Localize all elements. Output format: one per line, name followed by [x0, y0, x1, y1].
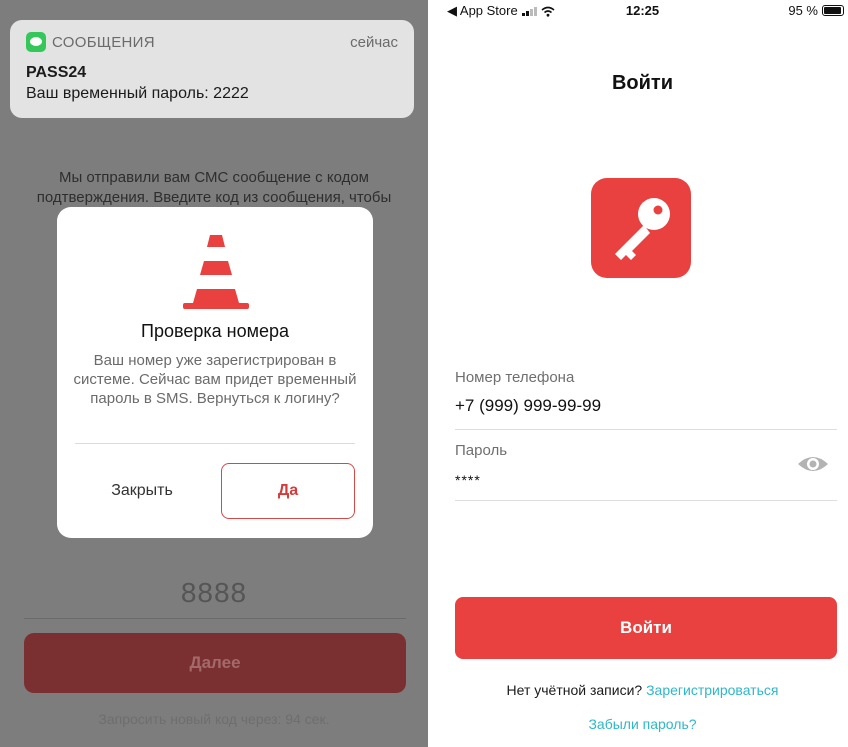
phone-underline — [455, 429, 837, 430]
battery-icon — [822, 5, 844, 16]
traffic-cone-icon — [183, 235, 249, 309]
phone-input[interactable]: +7 (999) 999-99-99 — [455, 396, 601, 416]
password-input[interactable]: **** — [455, 472, 481, 488]
code-input[interactable]: 8888 — [0, 577, 428, 609]
code-input-underline — [24, 618, 406, 619]
password-label: Пароль — [455, 442, 508, 459]
page-title: Войти — [611, 72, 674, 94]
sms-notification-banner[interactable]: СООБЩЕНИЯ сейчас PASS24 Ваш временный па… — [10, 20, 414, 118]
verification-message: Мы отправили вам СМС сообщение с кодом п… — [0, 168, 428, 208]
no-account-text: Нет учётной записи? — [506, 682, 643, 698]
notification-time: сейчас — [350, 34, 398, 51]
password-underline — [455, 500, 837, 501]
confirm-yes-button[interactable]: Да — [221, 463, 355, 519]
forgot-password-link[interactable]: Забыли пароль? — [437, 716, 848, 732]
status-time: 12:25 — [625, 3, 660, 18]
notification-body: Ваш временный пароль: 2222 — [26, 85, 249, 102]
phone-label: Номер телефона — [455, 369, 575, 386]
resend-code-timer: Запросить новый код через: 94 сек. — [98, 711, 330, 727]
messages-app-icon — [26, 32, 46, 52]
register-link[interactable]: Зарегистрироваться — [646, 682, 778, 698]
notification-title: PASS24 — [26, 64, 87, 81]
key-icon — [615, 198, 670, 260]
sms-verification-screen: Мы отправили вам СМС сообщение с кодом п… — [0, 0, 428, 747]
screens-divider — [428, 0, 437, 747]
login-screen: ◀ App Store 12:25 95 % Войти Номер телеф… — [437, 0, 848, 747]
number-check-dialog: Проверка номера Ваш номер уже зарегистри… — [57, 207, 373, 538]
dialog-title: Проверка номера — [141, 321, 289, 341]
close-button[interactable]: Закрыть — [75, 463, 209, 519]
eye-icon[interactable] — [797, 452, 829, 476]
next-button[interactable]: Далее — [24, 633, 406, 693]
verification-message-line1: Мы отправили вам СМС сообщение с кодом — [58, 169, 369, 186]
dialog-message: Ваш номер уже зарегистрирован в системе.… — [73, 352, 357, 407]
app-logo — [591, 178, 691, 278]
verification-message-line2: подтверждения. Введите код из сообщения,… — [36, 189, 392, 206]
login-button[interactable]: Войти — [455, 597, 837, 659]
battery-percent: 95 % — [788, 3, 818, 18]
dialog-divider — [75, 443, 355, 444]
notification-app-name: СООБЩЕНИЯ — [52, 34, 155, 51]
register-prompt: Нет учётной записи? Зарегистрироваться — [437, 682, 848, 698]
